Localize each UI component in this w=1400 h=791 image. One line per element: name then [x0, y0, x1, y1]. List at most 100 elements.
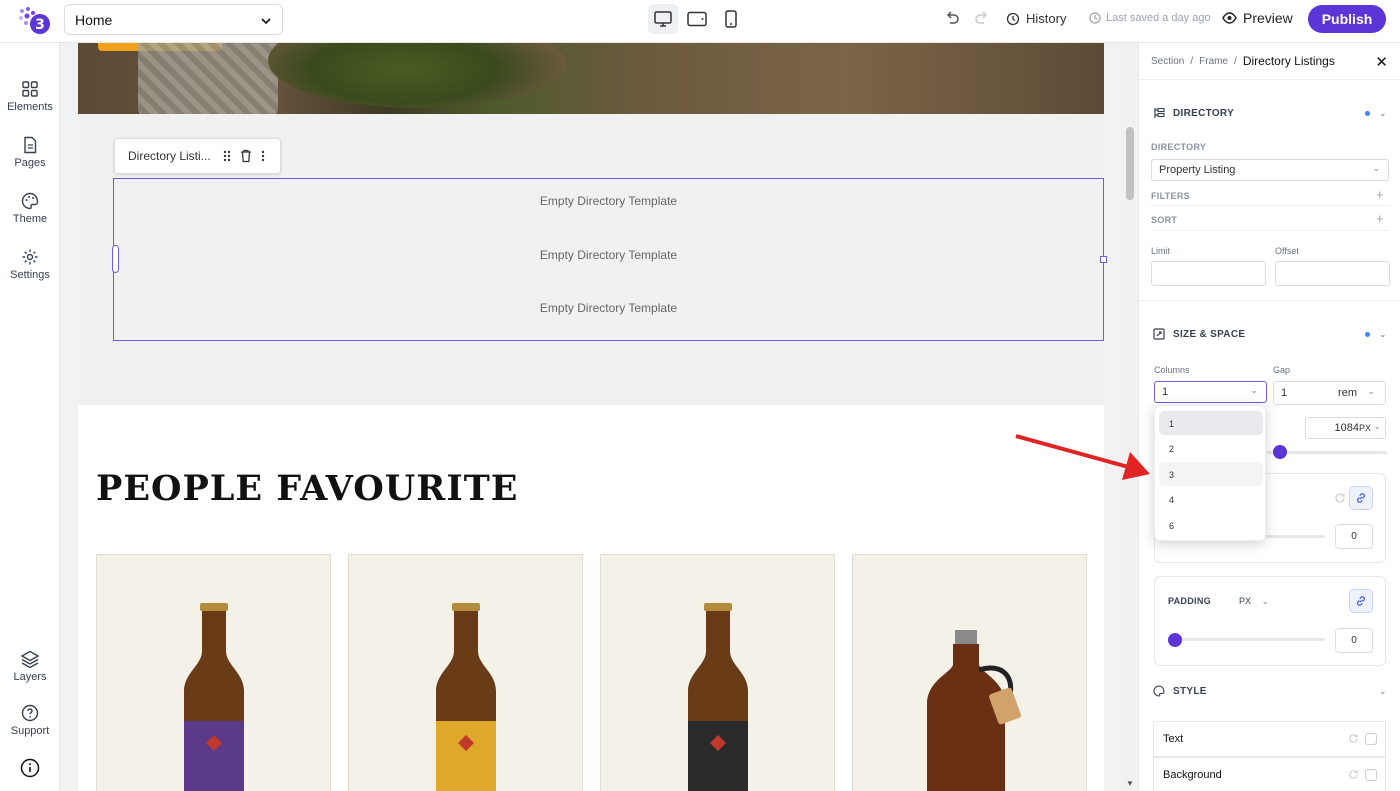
- drag-handle-icon[interactable]: [222, 149, 232, 166]
- rail-elements[interactable]: Elements: [0, 80, 60, 113]
- editor-canvas[interactable]: Directory Listi... Empty Directory Templ…: [60, 43, 1122, 791]
- page-select-value: Home: [75, 12, 113, 28]
- directory-select-value: Property Listing: [1159, 164, 1236, 176]
- columns-option[interactable]: 6: [1159, 513, 1263, 537]
- gap-value: 1: [1281, 387, 1288, 399]
- style-background-row[interactable]: Background: [1153, 757, 1386, 791]
- columns-option[interactable]: 1: [1159, 411, 1263, 435]
- scroll-down-icon[interactable]: ▼: [1126, 779, 1134, 788]
- columns-dropdown: 1 2 3 4 6: [1154, 405, 1266, 541]
- chevron-down-icon[interactable]: ⌄: [1379, 329, 1387, 340]
- publish-button[interactable]: Publish: [1308, 5, 1386, 33]
- help-icon: [21, 704, 39, 722]
- product-card[interactable]: [96, 554, 331, 791]
- width-unit[interactable]: PX: [1359, 423, 1371, 433]
- hero-image[interactable]: [78, 43, 1104, 114]
- page-select[interactable]: Home: [64, 4, 283, 35]
- directory-listing-selected[interactable]: Empty Directory Template Empty Directory…: [112, 178, 1107, 341]
- style-section-header[interactable]: STYLE: [1153, 685, 1207, 697]
- link-icon[interactable]: [1349, 486, 1373, 510]
- more-vertical-icon[interactable]: [261, 149, 265, 166]
- chevron-down-icon[interactable]: ⌄: [1379, 108, 1387, 119]
- columns-option[interactable]: 3: [1159, 462, 1263, 486]
- chevron-down-icon[interactable]: ⌄: [1379, 686, 1387, 697]
- info-button[interactable]: [0, 758, 60, 781]
- margin-value[interactable]: 0: [1335, 524, 1373, 549]
- gap-unit[interactable]: rem: [1338, 387, 1357, 399]
- size-space-section-header[interactable]: SIZE & SPACE: [1153, 328, 1245, 340]
- tablet-icon: [687, 11, 707, 27]
- breadcrumb-frame[interactable]: Frame: [1199, 56, 1228, 67]
- directory-icon: [1154, 107, 1165, 118]
- columns-select-value: 1: [1162, 386, 1169, 398]
- rail-layers-label: Layers: [13, 671, 47, 683]
- gap-input[interactable]: 1 rem ⌄: [1273, 381, 1386, 405]
- left-rail: Elements Pages Theme Settings Layers Sup…: [0, 43, 60, 791]
- product-card[interactable]: [348, 554, 583, 791]
- reset-icon[interactable]: [1348, 733, 1359, 747]
- breadcrumb-section[interactable]: Section: [1151, 56, 1184, 67]
- padding-label: PADDING: [1168, 596, 1211, 606]
- width-input[interactable]: 1084 PX ⌄: [1305, 417, 1386, 439]
- trash-icon[interactable]: [240, 149, 252, 166]
- close-icon[interactable]: ✕: [1375, 53, 1388, 71]
- history-button[interactable]: History: [1006, 11, 1066, 26]
- columns-option[interactable]: 2: [1159, 436, 1263, 460]
- style-background-checkbox[interactable]: [1365, 769, 1377, 781]
- favourites-section[interactable]: PEOPLE FAVOURITE: [78, 405, 1104, 791]
- padding-slider[interactable]: [1174, 638, 1325, 641]
- element-toolbar-label: Directory Listi...: [128, 149, 211, 163]
- columns-option[interactable]: 4: [1159, 487, 1263, 511]
- resize-handle-right[interactable]: [1100, 256, 1107, 263]
- add-sort-icon[interactable]: +: [1376, 211, 1384, 226]
- mobile-view-button[interactable]: [716, 4, 746, 34]
- directory-select[interactable]: Property Listing ⌄: [1151, 159, 1389, 181]
- rail-pages[interactable]: Pages: [0, 136, 60, 169]
- canvas-scrollbar[interactable]: ▼: [1122, 43, 1138, 791]
- rail-theme-label: Theme: [12, 213, 48, 225]
- rail-settings[interactable]: Settings: [0, 248, 60, 281]
- sort-label: SORT: [1151, 215, 1178, 225]
- device-switcher: [648, 4, 746, 34]
- rail-support[interactable]: Support: [0, 704, 60, 737]
- desktop-view-button[interactable]: [648, 4, 678, 34]
- resize-handle-left[interactable]: [112, 245, 119, 273]
- reset-icon[interactable]: [1334, 491, 1346, 509]
- gear-icon: [22, 249, 38, 265]
- palette-icon: [21, 192, 39, 210]
- svg-text:3: 3: [35, 17, 45, 33]
- padding-slider-knob[interactable]: [1168, 633, 1182, 647]
- limit-input[interactable]: [1151, 261, 1266, 286]
- tablet-view-button[interactable]: [682, 4, 712, 34]
- style-text-checkbox[interactable]: [1365, 733, 1377, 745]
- offset-input[interactable]: [1275, 261, 1390, 286]
- canvas-scroll-thumb[interactable]: [1126, 127, 1134, 200]
- width-slider-knob[interactable]: [1273, 445, 1287, 459]
- undo-icon[interactable]: [944, 10, 960, 31]
- columns-select[interactable]: 1 ⌄: [1154, 381, 1267, 403]
- breadcrumb: Section / Frame / Directory Listings: [1151, 54, 1335, 68]
- empty-template-row: Empty Directory Template: [539, 301, 678, 315]
- redo-icon[interactable]: [974, 10, 990, 31]
- style-text-row[interactable]: Text: [1153, 721, 1386, 757]
- product-card[interactable]: [600, 554, 835, 791]
- palette-icon: [1153, 685, 1165, 697]
- directory-section-header[interactable]: DIRECTORY: [1153, 107, 1234, 119]
- hero-cloth: [138, 43, 278, 114]
- link-icon[interactable]: [1349, 589, 1373, 613]
- reset-icon[interactable]: [1348, 769, 1359, 783]
- app-logo-icon[interactable]: 3: [18, 6, 50, 34]
- padding-value[interactable]: 0: [1335, 628, 1373, 653]
- section-heading[interactable]: PEOPLE FAVOURITE: [96, 468, 518, 509]
- product-card[interactable]: [852, 554, 1087, 791]
- element-toolbar[interactable]: Directory Listi...: [114, 138, 281, 174]
- rail-layers[interactable]: Layers: [0, 650, 60, 683]
- preview-button[interactable]: Preview: [1222, 10, 1293, 26]
- rail-support-label: Support: [10, 725, 50, 737]
- rail-elements-label: Elements: [7, 101, 53, 113]
- add-filter-icon[interactable]: +: [1376, 187, 1384, 202]
- margin-slider[interactable]: [1265, 535, 1325, 538]
- padding-unit-select[interactable]: PX ⌄: [1239, 596, 1269, 607]
- style-background-label: Background: [1163, 769, 1222, 781]
- rail-theme[interactable]: Theme: [0, 192, 60, 225]
